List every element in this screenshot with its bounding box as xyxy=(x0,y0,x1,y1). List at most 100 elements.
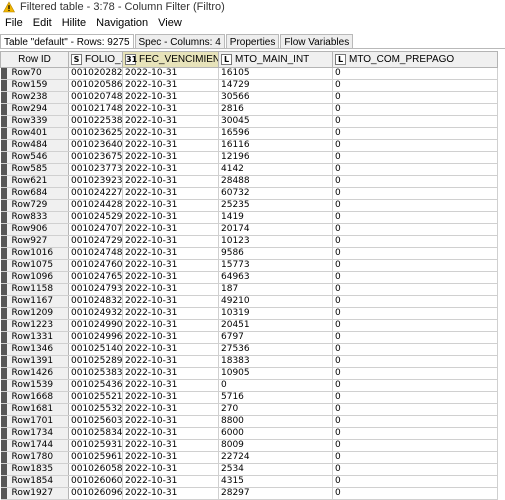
row-id-cell[interactable]: Row1701 xyxy=(0,415,69,428)
mto-main-int-cell[interactable]: 14729 xyxy=(218,79,333,92)
fec-vencimiento-cell[interactable]: 2022-10-31 xyxy=(122,319,219,332)
table-row[interactable]: Row1681 0010255325K2022-10-312700 xyxy=(0,403,498,416)
mto-com-prepago-cell[interactable]: 0 xyxy=(332,307,498,320)
table-row[interactable]: Row729 001024428732022-10-31252350 xyxy=(0,199,498,212)
mto-main-int-cell[interactable]: 6000 xyxy=(218,427,333,440)
menu-view[interactable]: View xyxy=(153,17,187,29)
table-row[interactable]: Row238 001020748662022-10-31305660 xyxy=(0,91,498,104)
fec-vencimiento-cell[interactable]: 2022-10-31 xyxy=(122,331,219,344)
folio-cell[interactable]: 00102605845 xyxy=(68,463,123,476)
mto-com-prepago-cell[interactable]: 0 xyxy=(332,295,498,308)
fec-vencimiento-cell[interactable]: 2022-10-31 xyxy=(122,139,219,152)
folio-cell[interactable]: 00102596145 xyxy=(68,451,123,464)
column-header-folio[interactable]: SFOLIO_... xyxy=(68,51,123,68)
table-row[interactable]: Row1075 001024760422022-10-31157730 xyxy=(0,259,498,272)
table-row[interactable]: Row70 001020282442022-10-31161050 xyxy=(0,67,498,80)
table-row[interactable]: Row927 0010247290K2022-10-31101230 xyxy=(0,235,498,248)
table-row[interactable]: Row684 001024227082022-10-31607320 xyxy=(0,187,498,200)
row-id-cell[interactable]: Row546 xyxy=(0,151,69,164)
row-id-cell[interactable]: Row1734 xyxy=(0,427,69,440)
mto-main-int-cell[interactable]: 10123 xyxy=(218,235,333,248)
fec-vencimiento-cell[interactable]: 2022-10-31 xyxy=(122,163,219,176)
folio-cell[interactable]: 00102474848 xyxy=(68,247,123,260)
fec-vencimiento-cell[interactable]: 2022-10-31 xyxy=(122,475,219,488)
fec-vencimiento-cell[interactable]: 2022-10-31 xyxy=(122,355,219,368)
mto-com-prepago-cell[interactable]: 0 xyxy=(332,355,498,368)
row-id-cell[interactable]: Row927 xyxy=(0,235,69,248)
fec-vencimiento-cell[interactable]: 2022-10-31 xyxy=(122,175,219,188)
mto-main-int-cell[interactable]: 27536 xyxy=(218,343,333,356)
folio-cell[interactable]: 0010247290K xyxy=(68,235,123,248)
table-row[interactable]: Row1167 001024832272022-10-31492100 xyxy=(0,295,498,308)
row-id-cell[interactable]: Row1209 xyxy=(0,307,69,320)
row-id-cell[interactable]: Row294 xyxy=(0,103,69,116)
fec-vencimiento-cell[interactable]: 2022-10-31 xyxy=(122,211,219,224)
mto-main-int-cell[interactable]: 270 xyxy=(218,403,333,416)
folio-cell[interactable]: 00102392361 xyxy=(68,175,123,188)
mto-com-prepago-cell[interactable]: 0 xyxy=(332,127,498,140)
column-header-mto-main-int[interactable]: L MTO_MAIN_INT xyxy=(218,51,333,68)
table-row[interactable]: Row339 001022538842022-10-31300450 xyxy=(0,115,498,128)
table-row[interactable]: Row621 001023923612022-10-31284880 xyxy=(0,175,498,188)
row-id-cell[interactable]: Row1158 xyxy=(0,283,69,296)
mto-com-prepago-cell[interactable]: 0 xyxy=(332,223,498,236)
mto-main-int-cell[interactable]: 10319 xyxy=(218,307,333,320)
mto-com-prepago-cell[interactable]: 0 xyxy=(332,211,498,224)
folio-cell[interactable]: 00102174836 xyxy=(68,103,123,116)
fec-vencimiento-cell[interactable]: 2022-10-31 xyxy=(122,103,219,116)
mto-com-prepago-cell[interactable]: 0 xyxy=(332,439,498,452)
folio-cell[interactable]: 00102483227 xyxy=(68,295,123,308)
mto-main-int-cell[interactable]: 30566 xyxy=(218,91,333,104)
folio-cell[interactable]: 00102538331 xyxy=(68,367,123,380)
folio-cell[interactable]: 00102253884 xyxy=(68,115,123,128)
folio-cell[interactable]: 00102442873 xyxy=(68,199,123,212)
row-id-cell[interactable]: Row1167 xyxy=(0,295,69,308)
row-id-cell[interactable]: Row1835 xyxy=(0,463,69,476)
tab-properties[interactable]: Properties xyxy=(225,34,280,48)
table-row[interactable]: Row1158 001024793192022-10-311870 xyxy=(0,283,498,296)
row-id-cell[interactable]: Row1681 xyxy=(0,403,69,416)
mto-main-int-cell[interactable]: 18383 xyxy=(218,355,333,368)
row-id-cell[interactable]: Row401 xyxy=(0,127,69,140)
mto-com-prepago-cell[interactable]: 0 xyxy=(332,79,498,92)
mto-com-prepago-cell[interactable]: 0 xyxy=(332,367,498,380)
menu-hilite[interactable]: Hilite xyxy=(57,17,91,29)
mto-main-int-cell[interactable]: 12196 xyxy=(218,151,333,164)
fec-vencimiento-cell[interactable]: 2022-10-31 xyxy=(122,343,219,356)
mto-com-prepago-cell[interactable]: 0 xyxy=(332,343,498,356)
fec-vencimiento-cell[interactable]: 2022-10-31 xyxy=(122,451,219,464)
fec-vencimiento-cell[interactable]: 2022-10-31 xyxy=(122,295,219,308)
mto-com-prepago-cell[interactable]: 0 xyxy=(332,91,498,104)
mto-com-prepago-cell[interactable]: 0 xyxy=(332,187,498,200)
row-id-cell[interactable]: Row1346 xyxy=(0,343,69,356)
mto-main-int-cell[interactable]: 187 xyxy=(218,283,333,296)
row-id-cell[interactable]: Row1426 xyxy=(0,367,69,380)
mto-main-int-cell[interactable]: 4142 xyxy=(218,163,333,176)
mto-main-int-cell[interactable]: 22724 xyxy=(218,451,333,464)
table-row[interactable]: Row1780 001025961452022-10-31227240 xyxy=(0,451,498,464)
table-row[interactable]: Row546 0010236757K2022-10-31121960 xyxy=(0,151,498,164)
row-id-cell[interactable]: Row1075 xyxy=(0,259,69,272)
fec-vencimiento-cell[interactable]: 2022-10-31 xyxy=(122,115,219,128)
fec-vencimiento-cell[interactable]: 2022-10-31 xyxy=(122,415,219,428)
fec-vencimiento-cell[interactable]: 2022-10-31 xyxy=(122,259,219,272)
folio-cell[interactable]: 0010251405K xyxy=(68,343,123,356)
row-id-cell[interactable]: Row1391 xyxy=(0,355,69,368)
table-row[interactable]: Row1391 001025289802022-10-31183830 xyxy=(0,355,498,368)
mto-com-prepago-cell[interactable]: 0 xyxy=(332,235,498,248)
fec-vencimiento-cell[interactable]: 2022-10-31 xyxy=(122,127,219,140)
folio-cell[interactable]: 00102362535 xyxy=(68,127,123,140)
folio-cell[interactable]: 00102470761 xyxy=(68,223,123,236)
mto-main-int-cell[interactable]: 6797 xyxy=(218,331,333,344)
mto-main-int-cell[interactable]: 30045 xyxy=(218,115,333,128)
mto-com-prepago-cell[interactable]: 0 xyxy=(332,319,498,332)
mto-main-int-cell[interactable]: 28488 xyxy=(218,175,333,188)
folio-cell[interactable]: 00102606027 xyxy=(68,475,123,488)
table-row[interactable]: Row1854 001026060272022-10-3143150 xyxy=(0,475,498,488)
mto-com-prepago-cell[interactable]: 0 xyxy=(332,247,498,260)
mto-com-prepago-cell[interactable]: 0 xyxy=(332,415,498,428)
table-row[interactable]: Row1539001025436962022-10-3100 xyxy=(0,379,498,392)
folio-cell[interactable]: 00102543696 xyxy=(68,379,123,392)
menu-edit[interactable]: Edit xyxy=(28,17,57,29)
table-row[interactable]: Row1734 001025834852022-10-3160000 xyxy=(0,427,498,440)
